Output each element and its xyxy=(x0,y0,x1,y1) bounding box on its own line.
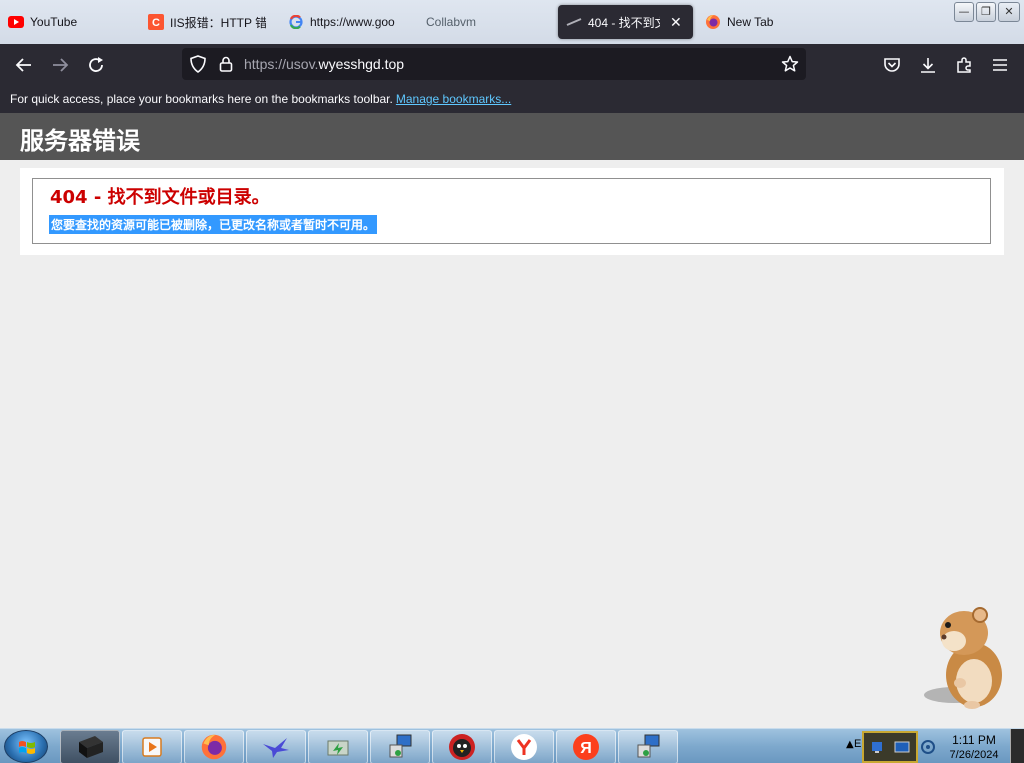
error-title: 404 - 找不到文件或目录。 xyxy=(50,187,270,208)
lock-icon[interactable] xyxy=(214,52,238,76)
bookmarks-toolbar-message: For quick access, place your bookmarks h… xyxy=(10,92,393,106)
tab-youtube[interactable]: YouTube xyxy=(8,5,128,39)
svg-text:C: C xyxy=(152,17,160,29)
tab-iis-error[interactable]: C IIS报错：HTTP 错 xyxy=(148,5,266,39)
page-icon xyxy=(566,14,582,30)
error-fieldset: 404 - 找不到文件或目录。 您要查找的资源可能已被删除，已更改名称或者暂时不… xyxy=(32,178,991,244)
taskbar-bird-avatar[interactable] xyxy=(432,730,492,763)
taskbar-setup-2[interactable] xyxy=(618,730,678,763)
windows-logo-icon xyxy=(19,741,35,754)
setup-icon xyxy=(637,734,660,758)
monitor-tray-icon[interactable] xyxy=(894,739,910,755)
bird-avatar-icon xyxy=(449,734,475,760)
tracking-protection-shield-icon[interactable] xyxy=(186,52,210,76)
extensions-icon[interactable] xyxy=(952,53,976,77)
language-indicator[interactable]: E xyxy=(854,738,861,750)
start-button[interactable] xyxy=(4,730,48,763)
window-controls: — ❐ ✕ xyxy=(954,2,1020,22)
tab-google[interactable]: https://www.goo xyxy=(288,5,406,39)
maximize-button[interactable]: ❐ xyxy=(976,2,996,22)
taskbar-setup[interactable] xyxy=(370,730,430,763)
network-tray-icon[interactable] xyxy=(870,739,886,755)
svg-text:Я: Я xyxy=(580,740,592,757)
page-title: 服务器错误 xyxy=(0,113,1024,160)
downloads-icon[interactable] xyxy=(916,53,940,77)
network-icon xyxy=(327,740,349,756)
clock-date: 7/26/2024 xyxy=(949,749,999,761)
show-desktop-button[interactable] xyxy=(1010,729,1024,763)
back-icon[interactable] xyxy=(12,53,36,77)
menu-icon[interactable] xyxy=(988,53,1012,77)
yandex-icon: Я xyxy=(573,734,599,760)
bookmarks-toolbar: For quick access, place your bookmarks h… xyxy=(0,85,1024,113)
url-text[interactable]: https://usov.wyesshgd.top xyxy=(244,56,404,72)
csdn-icon: C xyxy=(148,14,164,30)
bird-icon xyxy=(263,738,289,758)
google-icon xyxy=(288,14,304,30)
tab-collabvm[interactable]: Collabvm xyxy=(426,5,546,39)
setup-icon xyxy=(389,734,412,758)
show-hidden-icons-icon[interactable]: ▲ xyxy=(846,739,854,750)
taskbar: Я ▲ E 1:11 PM 7/26/2024 xyxy=(0,728,1024,763)
url-bar[interactable]: https://usov.wyesshgd.top xyxy=(182,48,806,80)
close-tab-icon[interactable]: ✕ xyxy=(670,14,682,31)
hamster-desktop-pet-icon[interactable] xyxy=(918,603,1010,713)
taskbar-media-player[interactable] xyxy=(122,730,182,763)
taskbar-yandex-browser[interactable] xyxy=(494,730,554,763)
navigation-toolbar: https://usov.wyesshgd.top xyxy=(0,44,1024,85)
youtube-icon xyxy=(8,14,24,30)
firefox-icon xyxy=(705,14,721,30)
bookmark-star-icon[interactable] xyxy=(778,52,802,76)
pocket-icon[interactable] xyxy=(880,53,904,77)
taskbar-bird-app[interactable] xyxy=(246,730,306,763)
tab-new-tab[interactable]: New Tab xyxy=(705,5,815,39)
manage-bookmarks-link[interactable]: Manage bookmarks... xyxy=(396,92,511,106)
tray-highlight-box xyxy=(862,731,918,763)
taskbar-network-app[interactable] xyxy=(308,730,368,763)
system-clock[interactable]: 1:11 PM 7/26/2024 xyxy=(924,733,1024,763)
close-window-button[interactable]: ✕ xyxy=(998,2,1020,22)
media-player-icon xyxy=(142,737,162,757)
taskbar-yandex[interactable]: Я xyxy=(556,730,616,763)
yandex-browser-icon xyxy=(511,734,537,760)
tab-404-active[interactable]: 404 - 找不到文 ✕ xyxy=(558,5,693,39)
terminal-icon xyxy=(79,736,103,758)
clock-time: 1:11 PM xyxy=(952,733,996,747)
error-content: 404 - 找不到文件或目录。 您要查找的资源可能已被删除，已更改名称或者暂时不… xyxy=(20,168,1004,255)
taskbar-firefox[interactable] xyxy=(184,730,244,763)
taskbar-cmd[interactable] xyxy=(60,730,120,763)
minimize-button[interactable]: — xyxy=(954,2,974,22)
tab-strip: YouTube C IIS报错：HTTP 错 https://www.goo C… xyxy=(0,0,1024,44)
reload-icon[interactable] xyxy=(84,53,108,77)
firefox-icon xyxy=(201,734,227,760)
error-description: 您要查找的资源可能已被删除，已更改名称或者暂时不可用。 xyxy=(49,215,378,234)
forward-icon[interactable] xyxy=(48,53,72,77)
